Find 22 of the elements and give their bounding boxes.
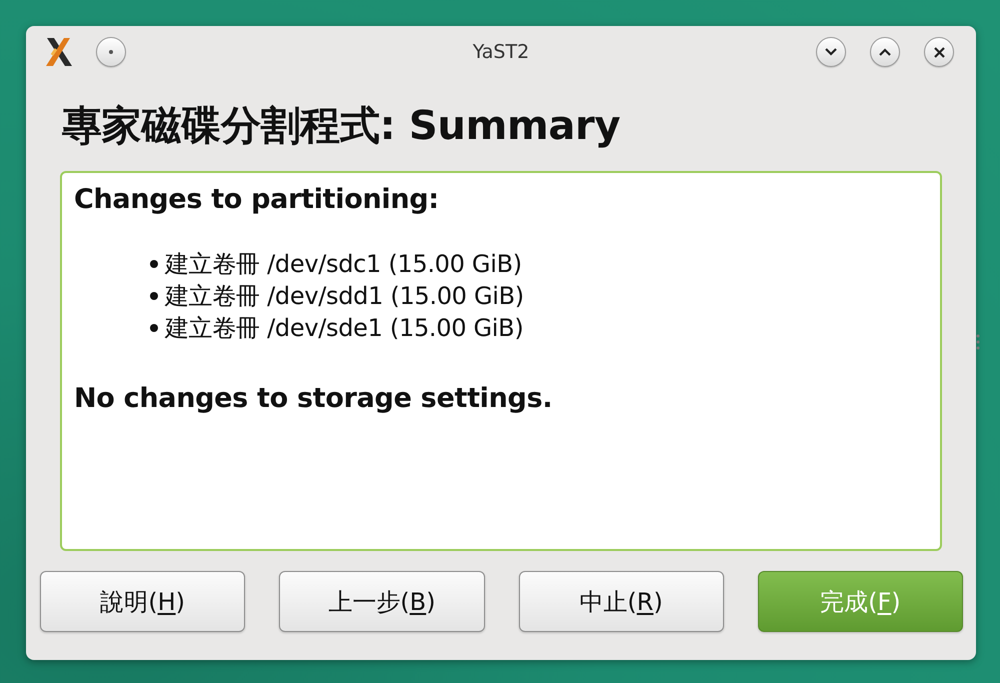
page-heading: 專家磁碟分割程式: Summary	[61, 102, 622, 151]
window-menu-button[interactable]	[96, 37, 126, 67]
dialog-button[interactable]: 上一步(B)	[279, 571, 484, 632]
change-item: 建立卷冊 /dev/sdc1 (15.00 GiB)	[165, 249, 522, 280]
maximize-button[interactable]	[870, 37, 900, 67]
bullet-icon	[150, 260, 158, 268]
dot-icon	[109, 50, 113, 54]
minimize-button[interactable]	[816, 37, 846, 67]
section-heading: Changes to partitioning:	[74, 184, 440, 215]
change-item: 建立卷冊 /dev/sdd1 (15.00 GiB)	[165, 281, 524, 312]
close-icon	[934, 46, 944, 58]
chevron-down-icon	[825, 48, 837, 56]
dialog-button[interactable]: 中止(R)	[518, 571, 724, 632]
dialog-button[interactable]: 說明(H)	[40, 571, 246, 632]
bullet-icon	[150, 324, 158, 332]
resize-grip-icon	[976, 334, 980, 350]
chevron-up-icon	[879, 48, 891, 56]
window-title: YaST2	[472, 41, 530, 63]
section-heading: No changes to storage settings.	[74, 383, 554, 414]
close-button[interactable]	[924, 37, 954, 67]
change-item: 建立卷冊 /dev/sde1 (15.00 GiB)	[165, 313, 524, 344]
bullet-icon	[150, 292, 158, 300]
